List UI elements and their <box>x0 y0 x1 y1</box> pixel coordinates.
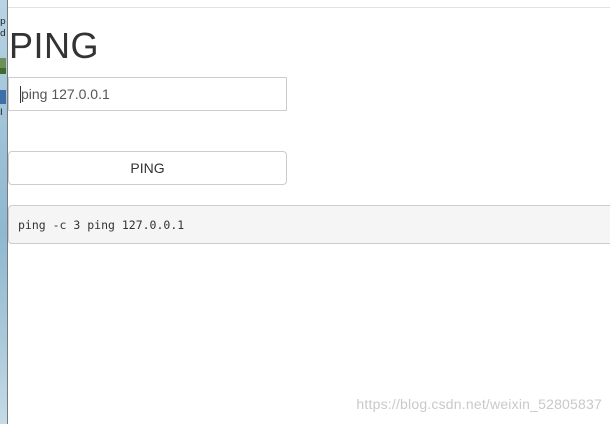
desktop-icon-fragment <box>0 68 6 74</box>
ping-button[interactable]: PING <box>8 151 287 185</box>
desktop-icon-fragment <box>0 58 6 68</box>
command-output: ping -c 3 ping 127.0.0.1 <box>8 205 610 244</box>
desktop-icon-fragment <box>0 90 6 104</box>
page-title: PING <box>9 25 100 66</box>
top-divider <box>8 7 610 8</box>
desktop-icon-label-fragment: d <box>0 29 6 39</box>
app-screen: p d I PING PING ping -c 3 ping 127.0.0.1… <box>0 0 610 424</box>
ping-address-input[interactable] <box>8 77 287 111</box>
text-caret <box>20 86 21 103</box>
desktop-icon-label-fragment: I <box>0 108 3 118</box>
watermark-text: https://blog.csdn.net/weixin_52805837 <box>356 396 602 412</box>
desktop-background-strip: p d I <box>0 0 7 424</box>
desktop-icon-label-fragment: p <box>0 17 6 27</box>
